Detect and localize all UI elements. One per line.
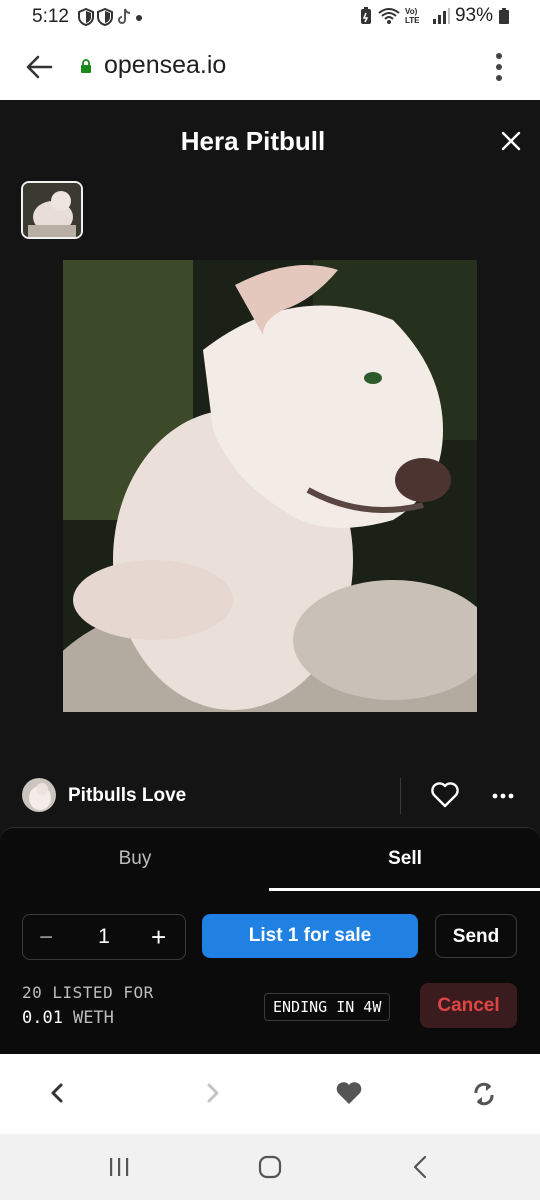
- active-tab-indicator: [269, 888, 540, 891]
- tiktok-icon: [118, 8, 131, 24]
- back-icon[interactable]: [412, 1155, 428, 1179]
- ending-badge: ENDING IN 4W: [264, 993, 391, 1021]
- image-thumbnail[interactable]: [21, 181, 83, 239]
- shield-icon: [78, 8, 94, 26]
- home-icon[interactable]: [258, 1155, 282, 1179]
- status-bar: 5:12 Vo) LTE 93%: [0, 0, 540, 36]
- listing-price: 0.01 WETH: [22, 1008, 114, 1028]
- back-arrow-icon[interactable]: [25, 53, 53, 81]
- dog-photo: [33, 260, 493, 830]
- collection-name[interactable]: Pitbulls Love: [68, 785, 186, 807]
- dog-thumbnail-image: [23, 183, 81, 237]
- listed-count-label: 20 LISTED FOR: [22, 983, 154, 1002]
- minus-icon[interactable]: −: [39, 924, 53, 952]
- browser-address-bar: opensea.io: [0, 36, 540, 100]
- close-icon[interactable]: [500, 130, 522, 152]
- lock-icon: [81, 59, 91, 73]
- send-button[interactable]: Send: [435, 914, 517, 958]
- menu-dots-icon[interactable]: [494, 52, 504, 82]
- recents-icon[interactable]: [108, 1156, 130, 1178]
- quantity-stepper: − 1 +: [22, 914, 186, 960]
- back-icon[interactable]: [50, 1081, 64, 1105]
- wifi-icon: [378, 8, 400, 24]
- modal-title: Hera Pitbull: [180, 126, 326, 156]
- url-text[interactable]: opensea.io: [104, 51, 226, 80]
- shield-icon: [97, 8, 113, 26]
- status-right: Vo) LTE 93%: [359, 5, 510, 27]
- battery-icon: [499, 8, 509, 24]
- plus-icon[interactable]: +: [151, 922, 166, 953]
- status-notification-icons: [78, 8, 143, 26]
- avatar[interactable]: [22, 778, 56, 812]
- tab-sell[interactable]: Sell: [270, 828, 540, 890]
- tab-buy[interactable]: Buy: [0, 828, 270, 890]
- browser-bottom-nav: [0, 1054, 540, 1134]
- heart-icon[interactable]: [336, 1082, 362, 1106]
- forward-icon[interactable]: [206, 1081, 220, 1105]
- signal-icon: [432, 8, 450, 24]
- item-modal: Hera Pitbull Pitbulls Love Buy Sell − 1 …: [0, 100, 540, 1055]
- battery-saver-icon: [360, 7, 371, 24]
- price-value: 0.01: [22, 1008, 63, 1028]
- android-system-nav: [0, 1134, 540, 1200]
- divider: [400, 778, 401, 814]
- heart-outline-icon[interactable]: [431, 782, 459, 808]
- quantity-value[interactable]: 1: [89, 925, 119, 949]
- cancel-listing-button[interactable]: Cancel: [420, 983, 517, 1028]
- status-time: 5:12: [32, 6, 69, 27]
- more-horizontal-icon[interactable]: [492, 792, 514, 800]
- nft-image: [33, 260, 493, 830]
- buy-sell-panel: Buy Sell − 1 + List 1 for sale Send 20 L…: [0, 827, 540, 1055]
- list-for-sale-button[interactable]: List 1 for sale: [202, 914, 418, 958]
- price-currency: WETH: [72, 1008, 114, 1028]
- dot-icon: [136, 15, 142, 21]
- refresh-icon[interactable]: [472, 1081, 496, 1107]
- lte-label: Vo) LTE: [404, 7, 420, 25]
- battery-percent: 93%: [454, 5, 493, 26]
